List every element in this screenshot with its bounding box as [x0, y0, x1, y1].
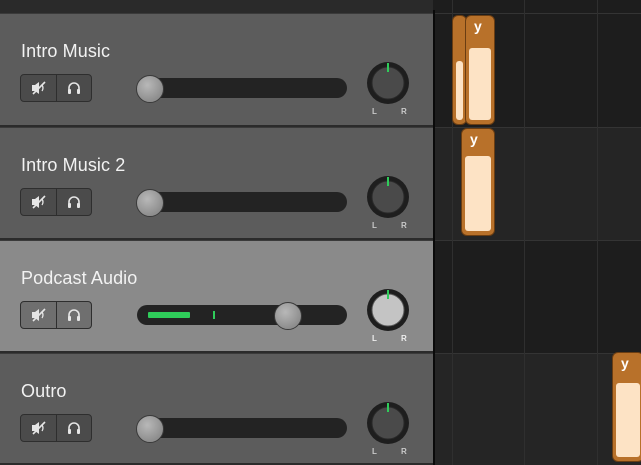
- waveform: [465, 156, 491, 231]
- waveform: [469, 48, 491, 120]
- solo-headphones-button[interactable]: [56, 189, 91, 215]
- region-label: y: [474, 18, 482, 34]
- volume-slider-thumb[interactable]: [136, 75, 164, 103]
- track-name[interactable]: Outro: [21, 381, 67, 402]
- pan-left-label: L: [372, 447, 377, 456]
- pan-right-label: R: [401, 334, 407, 343]
- pan-knob[interactable]: [365, 400, 411, 446]
- headphones-icon: [68, 196, 80, 208]
- timeline-lane[interactable]: [433, 240, 641, 353]
- pan-left-label: L: [372, 221, 377, 230]
- track-name[interactable]: Podcast Audio: [21, 268, 137, 289]
- speaker-muted-icon: [31, 421, 46, 435]
- volume-slider-track[interactable]: [137, 192, 347, 212]
- pan-left-label: L: [372, 107, 377, 116]
- waveform: [616, 383, 640, 457]
- level-meter: [148, 312, 190, 318]
- timeline-divider: [433, 10, 435, 465]
- speaker-muted-icon: [31, 308, 46, 322]
- track-controls: [20, 74, 92, 102]
- pan-left-label: L: [372, 334, 377, 343]
- solo-headphones-button[interactable]: [56, 302, 91, 328]
- mute-button[interactable]: [21, 189, 56, 215]
- track-header-podcast-audio[interactable]: Podcast Audio L R: [0, 240, 433, 353]
- track-header-intro-music[interactable]: Intro Music L R: [0, 13, 433, 127]
- pan-knob[interactable]: [365, 174, 411, 220]
- volume-slider-thumb[interactable]: [136, 189, 164, 217]
- track-name[interactable]: Intro Music: [21, 41, 110, 62]
- headphones-icon: [68, 309, 80, 321]
- audio-region[interactable]: y: [461, 128, 495, 236]
- track-controls: [20, 301, 92, 329]
- headphones-icon: [68, 422, 80, 434]
- timeline-lane[interactable]: [433, 353, 641, 465]
- pan-right-label: R: [401, 447, 407, 456]
- pan-knob[interactable]: [365, 60, 411, 106]
- grid-line: [597, 0, 598, 465]
- level-meter-peak: [213, 311, 215, 319]
- track-header-intro-music-2[interactable]: Intro Music 2 L R: [0, 127, 433, 240]
- track-controls: [20, 188, 92, 216]
- timeline-area[interactable]: y y y: [433, 0, 641, 465]
- pan-knob[interactable]: [365, 287, 411, 333]
- audio-region[interactable]: y: [465, 15, 495, 125]
- speaker-muted-icon: [31, 195, 46, 209]
- track-header-outro[interactable]: Outro L R: [0, 353, 433, 465]
- region-label: y: [470, 131, 478, 147]
- region-label: y: [621, 355, 629, 371]
- solo-headphones-button[interactable]: [56, 415, 91, 441]
- track-headers: Intro Music L R Intro Music 2 L R Podcas…: [0, 0, 433, 465]
- grid-line: [524, 0, 525, 465]
- pan-right-label: R: [401, 221, 407, 230]
- mute-button[interactable]: [21, 302, 56, 328]
- speaker-muted-icon: [31, 81, 46, 95]
- volume-slider-thumb[interactable]: [136, 415, 164, 443]
- track-controls: [20, 414, 92, 442]
- solo-headphones-button[interactable]: [56, 75, 91, 101]
- waveform: [456, 61, 463, 120]
- volume-slider-thumb[interactable]: [274, 302, 302, 330]
- mute-button[interactable]: [21, 75, 56, 101]
- mute-button[interactable]: [21, 415, 56, 441]
- volume-slider-track[interactable]: [137, 418, 347, 438]
- headphones-icon: [68, 82, 80, 94]
- track-name[interactable]: Intro Music 2: [21, 155, 125, 176]
- audio-region-partial[interactable]: y: [612, 352, 641, 462]
- volume-slider-track[interactable]: [137, 78, 347, 98]
- pan-right-label: R: [401, 107, 407, 116]
